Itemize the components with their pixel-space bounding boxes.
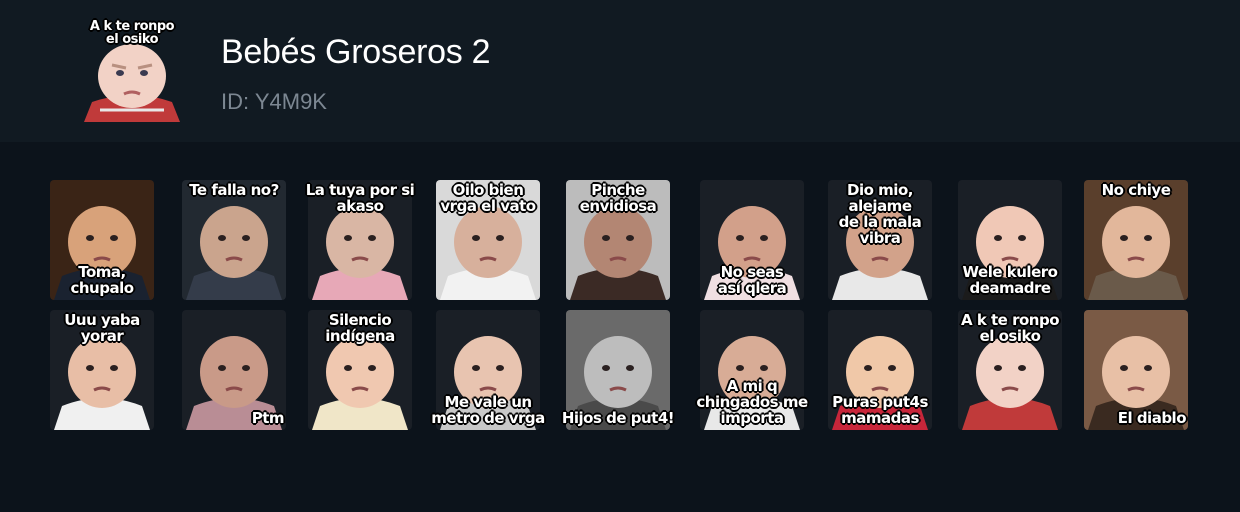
sticker-caption: No seas así qlera [717, 263, 787, 297]
sticker-caption: Te falla no? [189, 181, 279, 199]
sticker-caption: Oilo bien vrga el vato [440, 181, 536, 215]
sticker-8[interactable]: Wele kulero deamadre [952, 180, 1068, 300]
sticker-caption: El diablo [1117, 409, 1187, 427]
sticker-12[interactable]: Silencio indígena [302, 310, 418, 430]
sticker-5[interactable]: Pinche envidiosa [560, 180, 676, 300]
sticker-17[interactable]: A k te ronpo el osiko [952, 310, 1068, 430]
sticker-7[interactable]: Dio mio, alejame de la mala vibra [822, 180, 938, 300]
sticker-10[interactable]: Uuu yaba yorar [44, 310, 160, 430]
pack-header: A k te ronpo el osiko Bebés Groseros 2 I… [0, 0, 1240, 142]
pack-id: ID: Y4M9K [221, 89, 327, 114]
sticker-15[interactable]: A mi q chingados me importa [694, 310, 810, 430]
sticker-4[interactable]: Oilo bien vrga el vato [430, 180, 546, 300]
thumbnail-caption: A k te ronpo el osiko [89, 19, 175, 47]
sticker-caption: Ptm [251, 409, 285, 427]
sticker-6[interactable]: No seas así qlera [694, 180, 810, 300]
sticker-caption: Dio mio, alejame de la mala vibra [838, 181, 922, 247]
sticker-caption: Puras put4s mamadas [832, 393, 928, 427]
sticker-caption: La tuya por si akaso [305, 181, 415, 215]
sticker-caption: Hijos de put4! [561, 409, 675, 427]
sticker-1[interactable]: Toma, chupalo [44, 180, 160, 300]
pack-title: Bebés Groseros 2 [221, 33, 491, 71]
sticker-11[interactable]: Ptm [176, 310, 292, 430]
sticker-9[interactable]: No chiye [1078, 180, 1194, 300]
sticker-caption: Wele kulero deamadre [962, 263, 1058, 297]
sticker-caption: Uuu yaba yorar [64, 311, 140, 345]
sticker-18[interactable]: El diablo [1078, 310, 1194, 430]
sticker-14[interactable]: Hijos de put4! [560, 310, 676, 430]
sticker-caption: A mi q chingados me importa [696, 377, 808, 427]
sticker-caption: Toma, chupalo [70, 263, 134, 297]
pack-thumbnail: A k te ronpo el osiko [80, 18, 184, 122]
sticker-caption: A k te ronpo el osiko [960, 311, 1060, 345]
sticker-caption: Me vale un metro de vrga [431, 393, 545, 427]
sticker-3[interactable]: La tuya por si akaso [302, 180, 418, 300]
sticker-2[interactable]: Te falla no? [176, 180, 292, 300]
sticker-16[interactable]: Puras put4s mamadas [822, 310, 938, 430]
sticker-caption: Silencio indígena [325, 311, 395, 345]
sticker-caption: No chiye [1101, 181, 1171, 199]
sticker-caption: Pinche envidiosa [579, 181, 657, 215]
sticker-13[interactable]: Me vale un metro de vrga [430, 310, 546, 430]
